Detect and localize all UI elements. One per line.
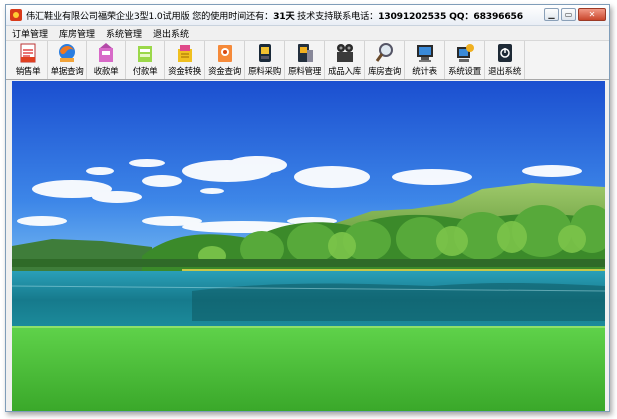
statistics-icon [415, 42, 435, 64]
document-query-button[interactable]: 单据查询 [48, 41, 87, 79]
warehouse-query-label: 库房查询 [368, 67, 401, 77]
product-warehouse-label: 成品入库 [328, 67, 361, 77]
fund-query-icon [215, 42, 235, 64]
system-settings-label: 系统设置 [448, 67, 481, 77]
support-label: 技术支持联系电话： [294, 11, 379, 22]
fund-transfer-label: 资金转换 [168, 67, 201, 77]
menu-system-management[interactable]: 系统管理 [106, 27, 142, 40]
fund-transfer-icon [175, 42, 195, 64]
warehouse-query-button[interactable]: 库房查询 [365, 41, 405, 79]
warehouse-query-icon [375, 42, 395, 64]
menu-exit-system[interactable]: 退出系统 [153, 27, 189, 40]
window-controls: ▁ ▭ ✕ [544, 8, 606, 21]
qq-number: 68396656 [473, 11, 523, 22]
document-query-icon [57, 42, 77, 64]
fund-transfer-button[interactable]: 资金转换 [165, 41, 205, 79]
menu-order-management[interactable]: 订单管理 [12, 27, 48, 40]
material-manage-button[interactable]: 原料管理 [285, 41, 325, 79]
payment-label: 付款单 [132, 67, 158, 77]
statistics-label: 统计表 [412, 67, 437, 77]
exit-system-button[interactable]: 退出系统 [485, 41, 525, 79]
app-logo-icon [10, 9, 22, 21]
title-bar[interactable]: 伟汇鞋业有限公司福荣企业3型1.0试用版 您的使用时间还有：31天 技术支持联系… [6, 5, 609, 26]
exit-system-label: 退出系统 [488, 67, 521, 77]
exit-system-icon [495, 42, 515, 64]
menu-bar: 订单管理 库房管理 系统管理 退出系统 [6, 26, 609, 40]
material-purchase-label: 原料采购 [248, 67, 281, 77]
receipt-label: 收款单 [93, 67, 119, 77]
window-title: 伟汇鞋业有限公司福荣企业3型1.0试用版 您的使用时间还有：31天 技术支持联系… [26, 8, 523, 22]
sales-form-label: 销售单 [15, 67, 41, 77]
product-warehouse-icon [335, 42, 355, 64]
system-settings-button[interactable]: 系统设置 [445, 41, 485, 79]
material-manage-label: 原料管理 [288, 67, 321, 77]
support-phone: 13091202535 [378, 11, 447, 22]
material-purchase-button[interactable]: 原料采购 [245, 41, 285, 79]
background-landscape-image [12, 81, 605, 411]
system-settings-icon [455, 42, 475, 64]
menu-warehouse-management[interactable]: 库房管理 [59, 27, 95, 40]
material-purchase-icon [255, 42, 275, 64]
payment-icon [135, 42, 155, 64]
payment-button[interactable]: 付款单 [126, 41, 165, 79]
document-query-label: 单据查询 [50, 67, 84, 77]
fund-query-label: 资金查询 [208, 67, 241, 77]
title-prefix: 伟汇鞋业有限公司福荣企业3型1.0试用版 您的使用时间还有： [26, 11, 274, 22]
receipt-icon [96, 42, 116, 64]
main-window: 伟汇鞋业有限公司福荣企业3型1.0试用版 您的使用时间还有：31天 技术支持联系… [5, 4, 610, 412]
qq-label: QQ： [446, 11, 474, 22]
close-button[interactable]: ✕ [578, 8, 606, 21]
statistics-button[interactable]: 统计表 [405, 41, 445, 79]
receipt-button[interactable]: 收款单 [87, 41, 126, 79]
toolbar: 销售单 单据查询 收款单 付款单 资金转换 资金查询 原料采购 原料管理 成品入… [6, 40, 609, 80]
sales-form-icon [18, 42, 38, 64]
remaining-days: 31天 [273, 11, 295, 22]
landscape-picture [12, 81, 605, 411]
fund-query-button[interactable]: 资金查询 [205, 41, 245, 79]
sales-form-button[interactable]: 销售单 [9, 41, 48, 79]
product-warehouse-button[interactable]: 成品入库 [325, 41, 365, 79]
minimize-button[interactable]: ▁ [544, 8, 559, 21]
material-manage-icon [295, 42, 315, 64]
maximize-button[interactable]: ▭ [561, 8, 576, 21]
